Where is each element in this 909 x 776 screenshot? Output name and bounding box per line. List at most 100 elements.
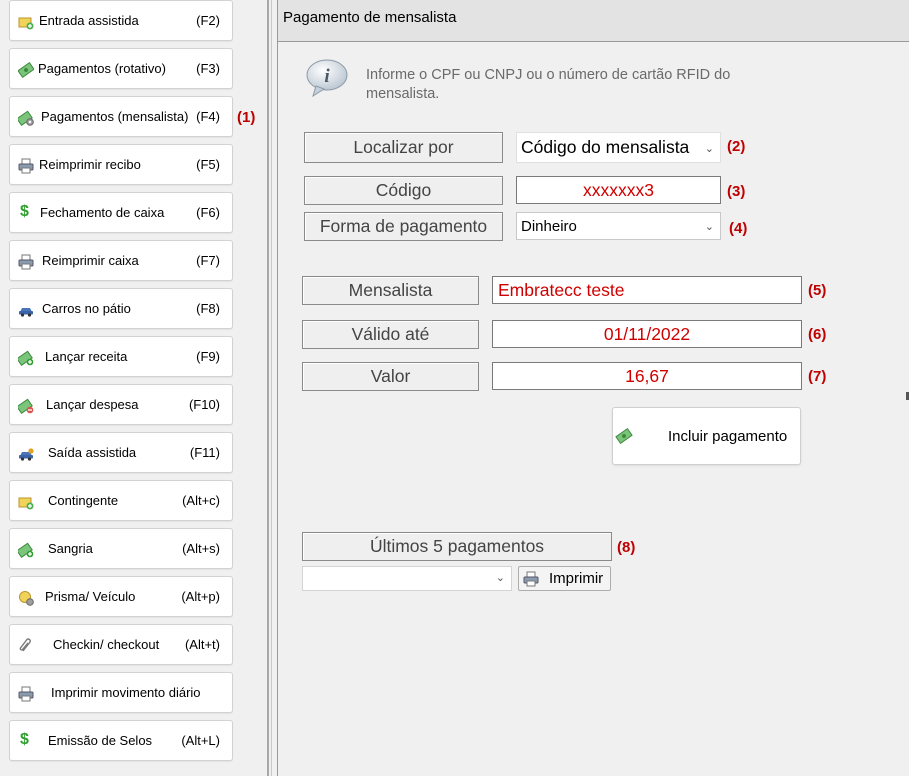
sidebar-item-contingente[interactable]: Contingente (Alt+c) — [9, 480, 233, 521]
sidebar-item-pagamentos-rotativo[interactable]: Pagamentos (rotativo) (F3) — [9, 48, 233, 89]
sidebar-item-label: Contingente — [48, 493, 119, 508]
sidebar: Entrada assistida (F2) Pagamentos (rotat… — [0, 0, 266, 776]
sidebar-item-label: Saída assistida — [48, 445, 137, 460]
sidebar-item-fechamento-caixa[interactable]: $ Fechamento de caixa (F6) — [9, 192, 233, 233]
info-message: Informe o CPF ou CNPJ ou o número de car… — [366, 67, 731, 102]
sidebar-item-label: Emissão de Selos — [48, 733, 153, 748]
annotation-marker: (8) — [617, 539, 636, 556]
sidebar-item-imprimir-movimento[interactable]: Imprimir movimento diário — [9, 672, 233, 713]
annotation-marker: (1) — [237, 109, 256, 126]
imprimir-label: Imprimir — [549, 570, 604, 587]
dollar-icon: $ — [20, 731, 29, 748]
money-gear-icon — [18, 110, 34, 126]
sidebar-item-label: Fechamento de caixa — [40, 205, 165, 220]
sidebar-item-entrada-assistida[interactable]: Entrada assistida (F2) — [9, 0, 233, 41]
main-panel: Pagamento de mensalista i Informe o CPF … — [277, 0, 909, 776]
ticket-add-icon — [18, 497, 34, 510]
info-icon: i — [306, 59, 348, 98]
splitter[interactable] — [267, 0, 269, 776]
ultimos-pagamentos-label: Últimos 5 pagamentos — [302, 532, 612, 561]
annotation-marker: (4) — [729, 220, 748, 237]
sidebar-item-shortcut: (F6) — [196, 205, 220, 220]
sidebar-item-sangria[interactable]: Sangria (Alt+s) — [9, 528, 233, 569]
annotation-marker: (6) — [808, 326, 827, 343]
sidebar-item-saida-assistida[interactable]: Saída assistida (F11) — [9, 432, 233, 473]
sidebar-item-prisma-veiculo[interactable]: Prisma/ Veículo (Alt+p) — [9, 576, 233, 617]
sidebar-item-shortcut: (F4) — [196, 109, 220, 124]
money-icon — [18, 62, 34, 78]
dollar-icon: $ — [20, 203, 29, 220]
sidebar-item-shortcut: (F3) — [196, 61, 220, 76]
sidebar-item-label: Pagamentos (rotativo) — [38, 61, 166, 76]
valor-field[interactable]: 16,67 — [492, 362, 802, 390]
localizar-value: Código do mensalista — [521, 137, 690, 157]
sidebar-item-shortcut: (Alt+p) — [181, 589, 220, 604]
sidebar-item-lancar-despesa[interactable]: Lançar despesa (F10) — [9, 384, 233, 425]
forma-pagamento-select[interactable]: Dinheiro ⌄ — [516, 212, 721, 240]
chevron-down-icon: ⌄ — [704, 221, 714, 233]
chevron-down-icon: ⌄ — [495, 572, 505, 584]
sidebar-item-checkin-checkout[interactable]: Checkin/ checkout (Alt+t) — [9, 624, 233, 665]
sidebar-item-shortcut: (F11) — [189, 445, 220, 460]
sidebar-item-label: Prisma/ Veículo — [45, 589, 136, 604]
sidebar-item-shortcut: (Alt+c) — [182, 493, 220, 508]
codigo-label: Código — [304, 176, 503, 205]
sidebar-item-reimprimir-recibo[interactable]: Reimprimir recibo (F5) — [9, 144, 233, 185]
localizar-select[interactable]: Código do mensalista ⌄ — [516, 132, 721, 163]
chevron-down-icon: ⌄ — [704, 143, 714, 155]
sidebar-item-shortcut: (F7) — [196, 253, 220, 268]
money-icon — [615, 428, 633, 444]
ticket-add-icon — [19, 591, 34, 606]
mensalista-field[interactable]: Embratecc teste — [492, 276, 802, 304]
annotation-marker: (7) — [808, 368, 827, 385]
sidebar-item-label: Sangria — [48, 541, 93, 556]
incluir-pagamento-label: Incluir pagamento — [668, 428, 788, 445]
car-exit-icon — [19, 448, 34, 461]
sidebar-item-label: Reimprimir caixa — [42, 253, 139, 268]
sidebar-item-lancar-receita[interactable]: Lançar receita (F9) — [9, 336, 233, 377]
page-title: Pagamento de mensalista — [283, 9, 457, 26]
sidebar-item-shortcut: (Alt+t) — [184, 637, 220, 652]
form-area: i Informe o CPF ou CNPJ ou o número de c… — [277, 42, 909, 776]
codigo-field[interactable]: xxxxxxx3 — [516, 176, 721, 204]
annotation-marker: (3) — [727, 183, 746, 200]
valido-ate-field[interactable]: 01/11/2022 — [492, 320, 802, 348]
sidebar-item-label: Pagamentos (mensalista) — [41, 109, 189, 124]
incluir-pagamento-button[interactable]: Incluir pagamento — [612, 407, 801, 465]
forma-pagamento-value: Dinheiro — [521, 218, 577, 235]
printer-icon — [18, 686, 34, 702]
car-icon — [19, 308, 33, 317]
sidebar-item-shortcut: (F10) — [188, 397, 220, 412]
sidebar-item-shortcut: (Alt+s) — [182, 541, 220, 556]
money-add-icon — [18, 542, 34, 558]
valido-ate-label: Válido até — [302, 320, 479, 349]
splitter-edge — [271, 0, 272, 776]
sidebar-item-pagamentos-mensalista[interactable]: Pagamentos (mensalista) (F4) — [9, 96, 233, 137]
sidebar-item-shortcut: (F8) — [196, 301, 220, 316]
sidebar-item-label: Entrada assistida — [39, 13, 139, 28]
sidebar-item-label: Carros no pátio — [42, 301, 131, 316]
ultimos-pagamentos-select[interactable]: ⌄ — [302, 566, 512, 591]
valor-label: Valor — [302, 362, 479, 391]
mensalista-label: Mensalista — [302, 276, 479, 305]
forma-pagamento-label: Forma de pagamento — [304, 212, 503, 241]
sidebar-item-label: Reimprimir recibo — [39, 157, 141, 172]
sidebar-item-reimprimir-caixa[interactable]: Reimprimir caixa (F7) — [9, 240, 233, 281]
sidebar-item-label: Lançar receita — [45, 349, 128, 364]
sidebar-item-shortcut: (Alt+L) — [181, 733, 220, 748]
paperclip-icon — [19, 638, 31, 652]
sidebar-item-shortcut: (F5) — [196, 157, 220, 172]
ticket-add-icon — [18, 17, 34, 30]
money-add-icon — [18, 350, 34, 366]
sidebar-item-carros-patio[interactable]: Carros no pátio (F8) — [9, 288, 233, 329]
money-remove-icon — [18, 398, 34, 414]
svg-text:i: i — [324, 66, 330, 87]
imprimir-button[interactable]: Imprimir — [518, 566, 611, 591]
localizar-label: Localizar por — [304, 132, 503, 163]
printer-icon — [18, 158, 34, 174]
printer-icon — [18, 254, 34, 270]
annotation-marker: (2) — [727, 138, 746, 155]
sidebar-item-emissao-selos[interactable]: $ Emissão de Selos (Alt+L) — [9, 720, 233, 761]
sidebar-item-label: Lançar despesa — [46, 397, 139, 412]
printer-icon — [523, 571, 539, 587]
